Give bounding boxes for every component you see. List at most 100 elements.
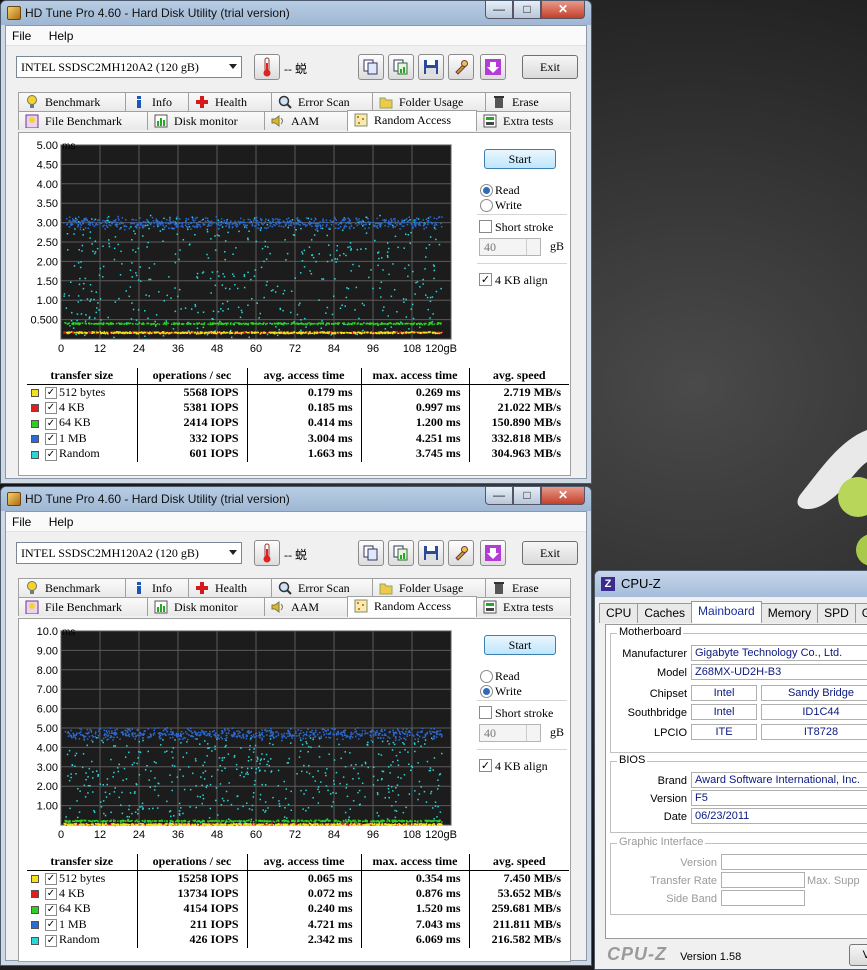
data-point: [335, 218, 337, 220]
tab-disk-monitor[interactable]: Disk monitor: [147, 597, 265, 616]
title-bar[interactable]: HD Tune Pro 4.60 - Hard Disk Utility (tr…: [1, 487, 591, 511]
stroke-size-spinner[interactable]: 40: [479, 238, 541, 256]
options-button[interactable]: [448, 54, 474, 80]
data-point: [142, 808, 144, 810]
series-checkbox[interactable]: ✓: [45, 433, 57, 445]
series-checkbox[interactable]: ✓: [45, 387, 57, 399]
tab-health[interactable]: Health: [188, 578, 272, 597]
data-point: [267, 246, 269, 248]
tab-info[interactable]: Info: [125, 92, 189, 111]
save-button[interactable]: [418, 540, 444, 566]
data-point: [411, 821, 413, 823]
temperature-button[interactable]: [254, 540, 280, 566]
tab-aam[interactable]: AAM: [264, 597, 348, 616]
copy-graph-button[interactable]: [388, 54, 414, 80]
tab-file-benchmark[interactable]: File Benchmark: [18, 597, 148, 616]
data-point: [125, 820, 127, 822]
tab-health[interactable]: Health: [188, 92, 272, 111]
data-point: [141, 806, 143, 808]
menu-help[interactable]: Help: [49, 29, 74, 43]
copy-graph-button[interactable]: [388, 540, 414, 566]
series-checkbox[interactable]: ✓: [45, 418, 57, 430]
copy-info-button[interactable]: [358, 540, 384, 566]
data-point: [122, 217, 124, 219]
exit-button[interactable]: Exit: [522, 55, 578, 79]
data-point: [89, 221, 91, 223]
data-point: [137, 809, 139, 811]
data-point: [394, 220, 396, 222]
tab-disk-monitor[interactable]: Disk monitor: [147, 111, 265, 130]
y-tick-label: 2.00: [37, 781, 58, 793]
data-point: [403, 226, 405, 228]
series-checkbox[interactable]: ✓: [45, 402, 57, 414]
drive-select[interactable]: INTEL SSDSC2MH120A2 (120 gB): [16, 542, 242, 564]
data-point: [229, 782, 231, 784]
tab-error-scan[interactable]: Error Scan: [271, 578, 373, 597]
x-tick-label: 24: [133, 343, 145, 355]
tab-folder-usage[interactable]: Folder Usage: [372, 92, 486, 111]
menu-file[interactable]: File: [12, 515, 31, 529]
tab-info[interactable]: Info: [125, 578, 189, 597]
copy-info-button[interactable]: [358, 54, 384, 80]
data-point: [342, 735, 344, 737]
data-point: [167, 332, 169, 334]
data-point: [138, 751, 140, 753]
data-point: [367, 742, 369, 744]
write-radio[interactable]: Write: [479, 198, 522, 212]
menu-help[interactable]: Help: [49, 515, 74, 529]
short-stroke-checkbox[interactable]: Short stroke: [479, 220, 553, 234]
close-button[interactable]: ✕: [541, 487, 585, 505]
data-point: [119, 738, 121, 740]
tab-extra-tests[interactable]: Extra tests: [476, 597, 571, 616]
tab-extra-tests[interactable]: Extra tests: [476, 111, 571, 130]
tab-benchmark[interactable]: Benchmark: [18, 92, 126, 111]
title-bar[interactable]: HD Tune Pro 4.60 - Hard Disk Utility (tr…: [1, 1, 591, 25]
drive-select[interactable]: INTEL SSDSC2MH120A2 (120 gB): [16, 56, 242, 78]
data-point: [78, 262, 80, 264]
spinner-arrows-icon[interactable]: [526, 239, 540, 255]
tab-erase[interactable]: Erase: [485, 92, 571, 111]
menu-file[interactable]: File: [12, 29, 31, 43]
x-tick-label: 120gB: [425, 343, 457, 355]
minimize-button[interactable]: —: [485, 1, 513, 19]
data-point: [265, 810, 267, 812]
data-point: [267, 761, 269, 763]
data-point: [253, 792, 255, 794]
tab-benchmark[interactable]: Benchmark: [18, 578, 126, 597]
data-point: [291, 820, 293, 822]
data-point: [157, 323, 159, 325]
data-point: [349, 219, 351, 221]
tab-folder-usage[interactable]: Folder Usage: [372, 578, 486, 597]
maximize-button[interactable]: □: [513, 1, 541, 19]
download-button[interactable]: [480, 54, 506, 80]
data-point: [137, 813, 139, 815]
series-checkbox[interactable]: ✓: [45, 449, 57, 461]
tab-random-access[interactable]: Random Access: [347, 596, 477, 617]
data-point: [338, 732, 340, 734]
options-button[interactable]: [448, 540, 474, 566]
download-button[interactable]: [480, 540, 506, 566]
4kb-align-checkbox[interactable]: ✓4 KB align: [479, 273, 548, 287]
read-radio[interactable]: Read: [479, 183, 520, 197]
data-point: [394, 218, 396, 220]
data-point: [72, 218, 74, 220]
data-point: [234, 333, 236, 335]
start-button[interactable]: Start: [484, 149, 556, 169]
tab-random-access[interactable]: Random Access: [347, 110, 477, 131]
tab-aam[interactable]: AAM: [264, 111, 348, 130]
tab-error-scan[interactable]: Error Scan: [271, 92, 373, 111]
data-point: [207, 748, 209, 750]
save-button[interactable]: [418, 54, 444, 80]
minimize-button[interactable]: —: [485, 487, 513, 505]
close-button[interactable]: ✕: [541, 1, 585, 19]
tab-erase[interactable]: Erase: [485, 578, 571, 597]
data-point: [341, 333, 343, 335]
data-point: [170, 729, 172, 731]
tab-file-benchmark[interactable]: File Benchmark: [18, 111, 148, 130]
maximize-button[interactable]: □: [513, 487, 541, 505]
exit-button[interactable]: Exit: [522, 541, 578, 565]
data-point: [100, 298, 102, 300]
data-point: [438, 333, 440, 335]
temperature-button[interactable]: [254, 54, 280, 80]
data-point: [372, 322, 374, 324]
